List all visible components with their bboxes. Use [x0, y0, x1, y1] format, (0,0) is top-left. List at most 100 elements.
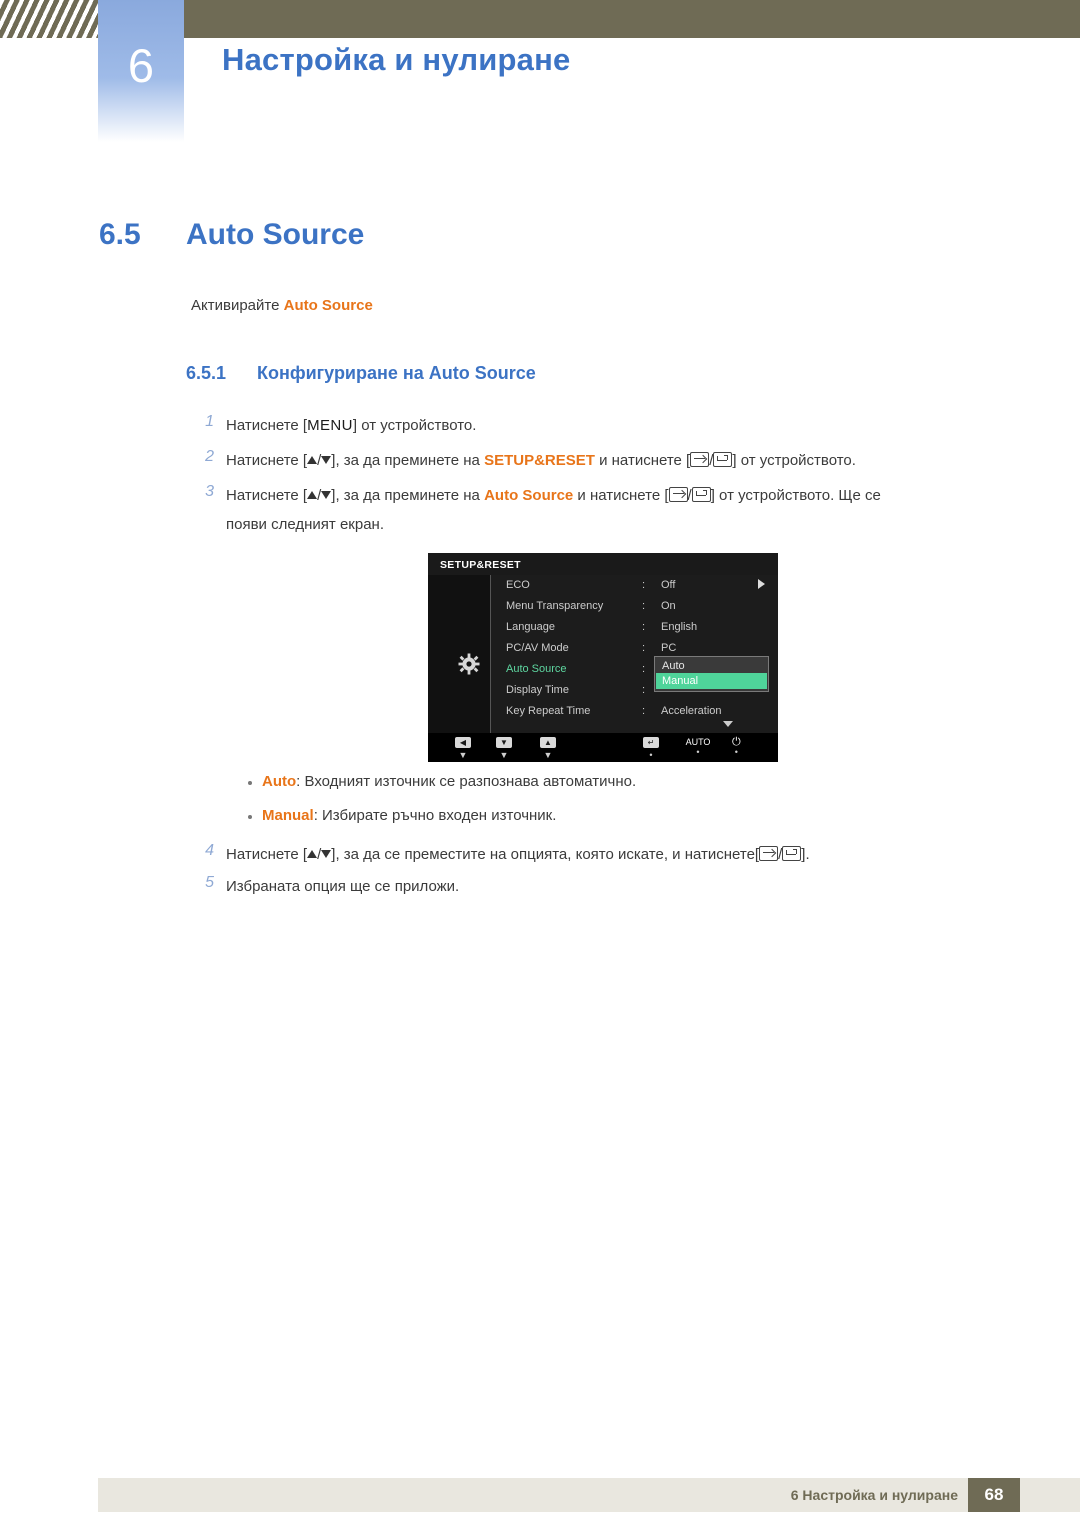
down-arrow-icon [321, 850, 332, 858]
right-arrow-key-icon [668, 487, 688, 502]
step-2-part3: и натиснете [ [594, 452, 691, 469]
step-2-part4: ] от устройството. [732, 452, 856, 469]
osd-row-label-auto-source[interactable]: Auto Source [506, 659, 567, 679]
step-2-part1: Натиснете [ [226, 452, 308, 469]
osd-row-label[interactable]: Key Repeat Time [506, 701, 590, 721]
osd-divider [490, 575, 491, 733]
osd-button-dot: • [649, 750, 653, 760]
auto-source-popup: Auto Manual [654, 656, 769, 692]
osd-button-dot: ▼ [543, 750, 553, 760]
osd-button-dot: • [696, 747, 700, 757]
chapter-title: Настройка и нулиране [222, 42, 571, 77]
step-3-target: Auto Source [484, 487, 574, 504]
chapter-number: 6 [127, 39, 155, 92]
bullet-auto: Auto: Входният източник се разпознава ав… [262, 773, 636, 790]
osd-row-value[interactable]: PC [661, 638, 676, 658]
enter-key-icon [713, 452, 733, 467]
step-2-target: SETUP&RESET [484, 452, 595, 469]
osd-row-colon: : [642, 684, 646, 696]
osd-button-up[interactable]: ▲ ▼ [540, 737, 556, 760]
bullet-marker [248, 815, 252, 819]
osd-button-enter[interactable]: ↵ • [643, 737, 659, 760]
step-1-number: 1 [205, 413, 214, 430]
osd-row-label[interactable]: Display Time [506, 680, 569, 700]
osd-row-label[interactable]: ECO [506, 575, 530, 595]
step-2-number: 2 [205, 448, 214, 465]
osd-row-colon: : [642, 600, 646, 612]
osd-row-label[interactable]: PC/AV Mode [506, 638, 569, 658]
subsection-number: 6.5.1 [186, 363, 227, 383]
osd-screenshot: SETUP&RESET ECO : Off Menu Transparency … [428, 553, 778, 762]
right-arrow-key-icon [759, 846, 779, 861]
subsection-title: Конфигуриране на Auto Source [257, 363, 536, 383]
chevron-down-icon [723, 721, 733, 727]
osd-button-down[interactable]: ▼ ▼ [496, 737, 512, 760]
step-4-part1: Натиснете [ [226, 846, 308, 863]
popup-option-manual[interactable]: Manual [662, 673, 698, 689]
osd-row-colon: : [642, 621, 646, 633]
osd-row-colon: : [642, 579, 646, 591]
gear-icon [458, 653, 480, 675]
down-arrow-icon [321, 491, 332, 499]
enter-icon: ↵ [643, 737, 659, 748]
step-3-part3: и натиснете [ [573, 487, 669, 504]
down-arrow-icon [321, 456, 332, 464]
osd-row-colon: : [642, 663, 646, 675]
osd-row-label[interactable]: Language [506, 617, 555, 637]
osd-row-value[interactable]: Acceleration [661, 701, 722, 721]
osd-button-left[interactable]: ◀ ▼ [455, 737, 471, 760]
up-arrow-icon: ▲ [540, 737, 556, 748]
step-1-part2: ] от устройството. [352, 417, 477, 434]
bullet-manual: Manual: Избирате ръчно входен източник. [262, 807, 556, 824]
up-arrow-icon [307, 491, 318, 499]
osd-row-value[interactable]: Off [661, 575, 675, 595]
section-intro-highlight: Auto Source [283, 297, 373, 314]
enter-key-icon [782, 846, 802, 861]
osd-button-auto[interactable]: AUTO • [676, 737, 720, 757]
osd-row-colon: : [642, 642, 646, 654]
step-3-part4: ] от устройството. Ще се [710, 487, 881, 504]
menu-key-label: MENU [307, 417, 353, 434]
section-intro: Активирайте Auto Source [191, 297, 373, 314]
osd-button-dot: • [734, 747, 738, 757]
step-1-part1: Натиснете [ [226, 417, 308, 434]
step-2-part2: ], за да преминете на [331, 452, 485, 469]
bullet-manual-label: Manual [262, 807, 314, 824]
step-3-text: Натиснете [/], за да преминете на Auto S… [226, 483, 881, 508]
header-hatch-decoration [0, 0, 98, 38]
step-4-number: 4 [205, 842, 214, 859]
section-title: Auto Source [186, 218, 365, 251]
footer-text: 6 Настройка и нулиране [790, 1487, 958, 1503]
step-5-text: Избраната опция ще се приложи. [226, 878, 460, 895]
bullet-manual-text: : Избирате ръчно входен източник. [313, 807, 557, 824]
chevron-right-icon [758, 579, 765, 589]
step-4-part2: ], за да се преместите на опцията, която… [331, 846, 760, 863]
bullet-auto-text: : Входният източник се разпознава автома… [296, 773, 637, 790]
osd-row-value[interactable]: On [661, 596, 676, 616]
popup-option-auto[interactable]: Auto [662, 658, 685, 674]
osd-button-power[interactable]: ⏻ • [732, 737, 741, 757]
step-2-text: Натиснете [/], за да преминете на SETUP&… [226, 448, 856, 473]
osd-button-bar: ◀ ▼ ▼ ▼ ▲ ▼ ↵ • AUTO • ⏻ • [428, 733, 778, 762]
down-arrow-icon: ▼ [496, 737, 512, 748]
bullet-auto-label: Auto [262, 773, 297, 790]
osd-title: SETUP&RESET [440, 559, 521, 571]
footer-page-number: 68 [968, 1478, 1020, 1512]
step-3-part1: Натиснете [ [226, 487, 308, 504]
bullet-marker [248, 781, 252, 785]
osd-row-value[interactable]: English [661, 617, 697, 637]
section-number: 6.5 [99, 218, 141, 251]
osd-button-dot: ▼ [499, 750, 509, 760]
step-3-part2: ], за да преминете на [331, 487, 485, 504]
step-4-part3: ]. [801, 846, 810, 863]
enter-key-icon [691, 487, 711, 502]
step-5-number: 5 [205, 874, 214, 891]
osd-row-colon: : [642, 705, 646, 717]
section-intro-prefix: Активирайте [191, 297, 284, 314]
right-arrow-key-icon [690, 452, 710, 467]
osd-row-label[interactable]: Menu Transparency [506, 596, 603, 616]
osd-button-dot: ▼ [458, 750, 468, 760]
up-arrow-icon [307, 456, 318, 464]
step-3-number: 3 [205, 483, 214, 500]
step-4-text: Натиснете [/], за да се преместите на оп… [226, 842, 810, 867]
